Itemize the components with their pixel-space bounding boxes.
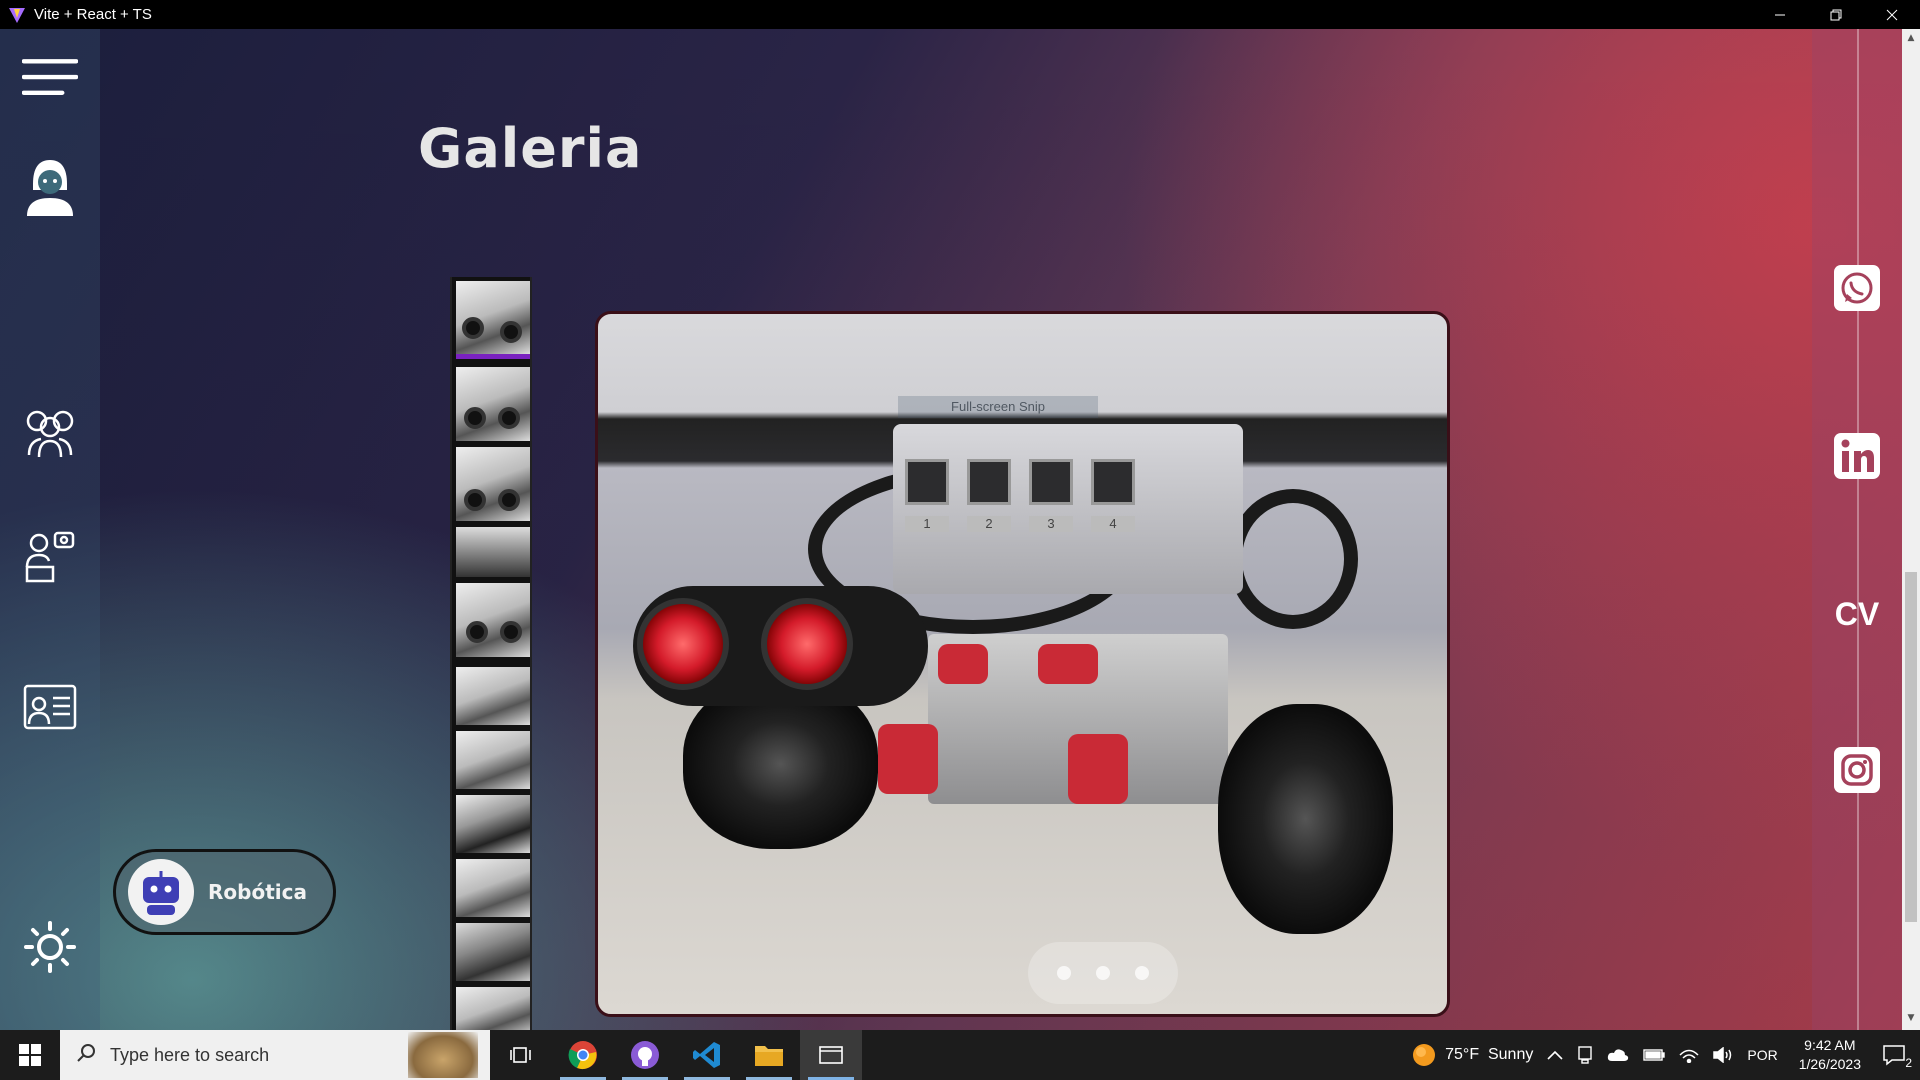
linkedin-icon[interactable]: [1832, 431, 1882, 481]
language-indicator[interactable]: POR: [1747, 1047, 1777, 1063]
sidebar: [0, 29, 100, 1030]
volume-icon[interactable]: [1713, 1047, 1733, 1063]
minimize-button[interactable]: [1752, 0, 1808, 29]
scrollbar-thumb[interactable]: [1905, 572, 1917, 922]
search-highlight-image: [408, 1032, 478, 1078]
category-pill[interactable]: Robótica: [113, 849, 336, 935]
resume-icon[interactable]: [22, 679, 78, 735]
search-placeholder: Type here to search: [110, 1044, 270, 1065]
weather-condition: Sunny: [1487, 1046, 1534, 1063]
windows-start-icon[interactable]: [0, 1030, 60, 1080]
system-tray: 75°F Sunny POR 9:42 AM 1/26/2023 2: [1404, 1030, 1920, 1080]
port-label: 4: [1091, 516, 1135, 532]
thumbnail[interactable]: [456, 583, 530, 657]
window-titlebar: Vite + React + TS: [0, 0, 1920, 29]
cv-link[interactable]: CV: [1832, 589, 1882, 639]
thumbnail[interactable]: [456, 859, 530, 917]
chevron-up-icon[interactable]: [1547, 1050, 1563, 1060]
robot-icon: [128, 859, 194, 925]
ultrasonic-sensor: [633, 586, 928, 706]
carousel-dot[interactable]: [1135, 966, 1150, 980]
instagram-icon[interactable]: [1832, 745, 1882, 795]
thumbnail[interactable]: [456, 527, 530, 577]
social-bar: CV: [1812, 29, 1902, 1030]
robot-brick: 1 2 3 4: [893, 424, 1243, 594]
page-title: Galeria: [418, 117, 643, 180]
thumbnail[interactable]: [456, 731, 530, 789]
window-title: Vite + React + TS: [34, 6, 152, 23]
menu-icon[interactable]: [22, 49, 78, 105]
weather-widget[interactable]: 75°F Sunny: [1411, 1042, 1533, 1068]
meet-icon[interactable]: [1577, 1046, 1593, 1064]
carousel-dot[interactable]: [1095, 966, 1110, 980]
port-label: 1: [905, 516, 949, 532]
battery-icon[interactable]: [1643, 1049, 1666, 1061]
search-icon: [76, 1043, 96, 1068]
vscode-icon[interactable]: [676, 1030, 738, 1080]
thumbnail[interactable]: [456, 795, 530, 853]
clock-time: 9:42 AM: [1804, 1037, 1856, 1053]
notifications-icon[interactable]: 2: [1882, 1044, 1912, 1070]
weather-temp: 75°F: [1445, 1046, 1480, 1063]
notification-count: 2: [1905, 1056, 1912, 1070]
snip-overlay-text: Full-screen Snip: [898, 396, 1098, 418]
carousel-dot[interactable]: [1056, 966, 1071, 980]
page-scrollbar[interactable]: ▲ ▼: [1902, 29, 1920, 1030]
thumbnail[interactable]: [456, 367, 530, 441]
taskbar-clock[interactable]: 9:42 AM 1/26/2023: [1799, 1036, 1861, 1074]
thumbnail[interactable]: [456, 281, 530, 359]
restore-button[interactable]: [1808, 0, 1864, 29]
github-desktop-icon[interactable]: [614, 1030, 676, 1080]
person-avatar-icon[interactable]: [22, 159, 78, 216]
thumbnail[interactable]: [456, 447, 530, 521]
theme-toggle-icon[interactable]: [22, 919, 78, 975]
onedrive-icon[interactable]: [1607, 1048, 1629, 1062]
thumbnail[interactable]: [456, 923, 530, 981]
chrome-icon[interactable]: [552, 1030, 614, 1080]
port-label: 3: [1029, 516, 1073, 532]
thumbnail[interactable]: [456, 667, 530, 725]
whatsapp-icon[interactable]: [1832, 263, 1882, 313]
task-view-icon[interactable]: [490, 1030, 552, 1080]
scroll-up-icon[interactable]: ▲: [1906, 33, 1916, 43]
terminal-icon[interactable]: [800, 1030, 862, 1080]
clock-date: 1/26/2023: [1798, 1056, 1861, 1072]
close-window-button[interactable]: [1864, 0, 1920, 29]
page: Galeria Full-screen Snip 1 2 3 4 Robótic…: [0, 29, 1920, 1030]
vite-logo-icon: [6, 4, 28, 26]
scroll-down-icon[interactable]: ▼: [1906, 1013, 1916, 1023]
category-label: Robótica: [208, 880, 307, 904]
gallery-main-image[interactable]: Full-screen Snip 1 2 3 4: [595, 311, 1450, 1017]
taskbar-search[interactable]: Type here to search: [60, 1030, 490, 1080]
taskbar: Type here to search 75°F Sunny POR 9:42 …: [0, 1030, 1920, 1080]
wifi-icon[interactable]: [1679, 1047, 1699, 1063]
team-icon[interactable]: [22, 404, 78, 460]
carousel-indicators: [1028, 942, 1178, 1004]
thumbnail-strip[interactable]: [450, 277, 532, 1030]
thumbnail[interactable]: [456, 987, 530, 1030]
port-label: 2: [967, 516, 1011, 532]
developer-icon[interactable]: [22, 529, 78, 585]
file-explorer-icon[interactable]: [738, 1030, 800, 1080]
